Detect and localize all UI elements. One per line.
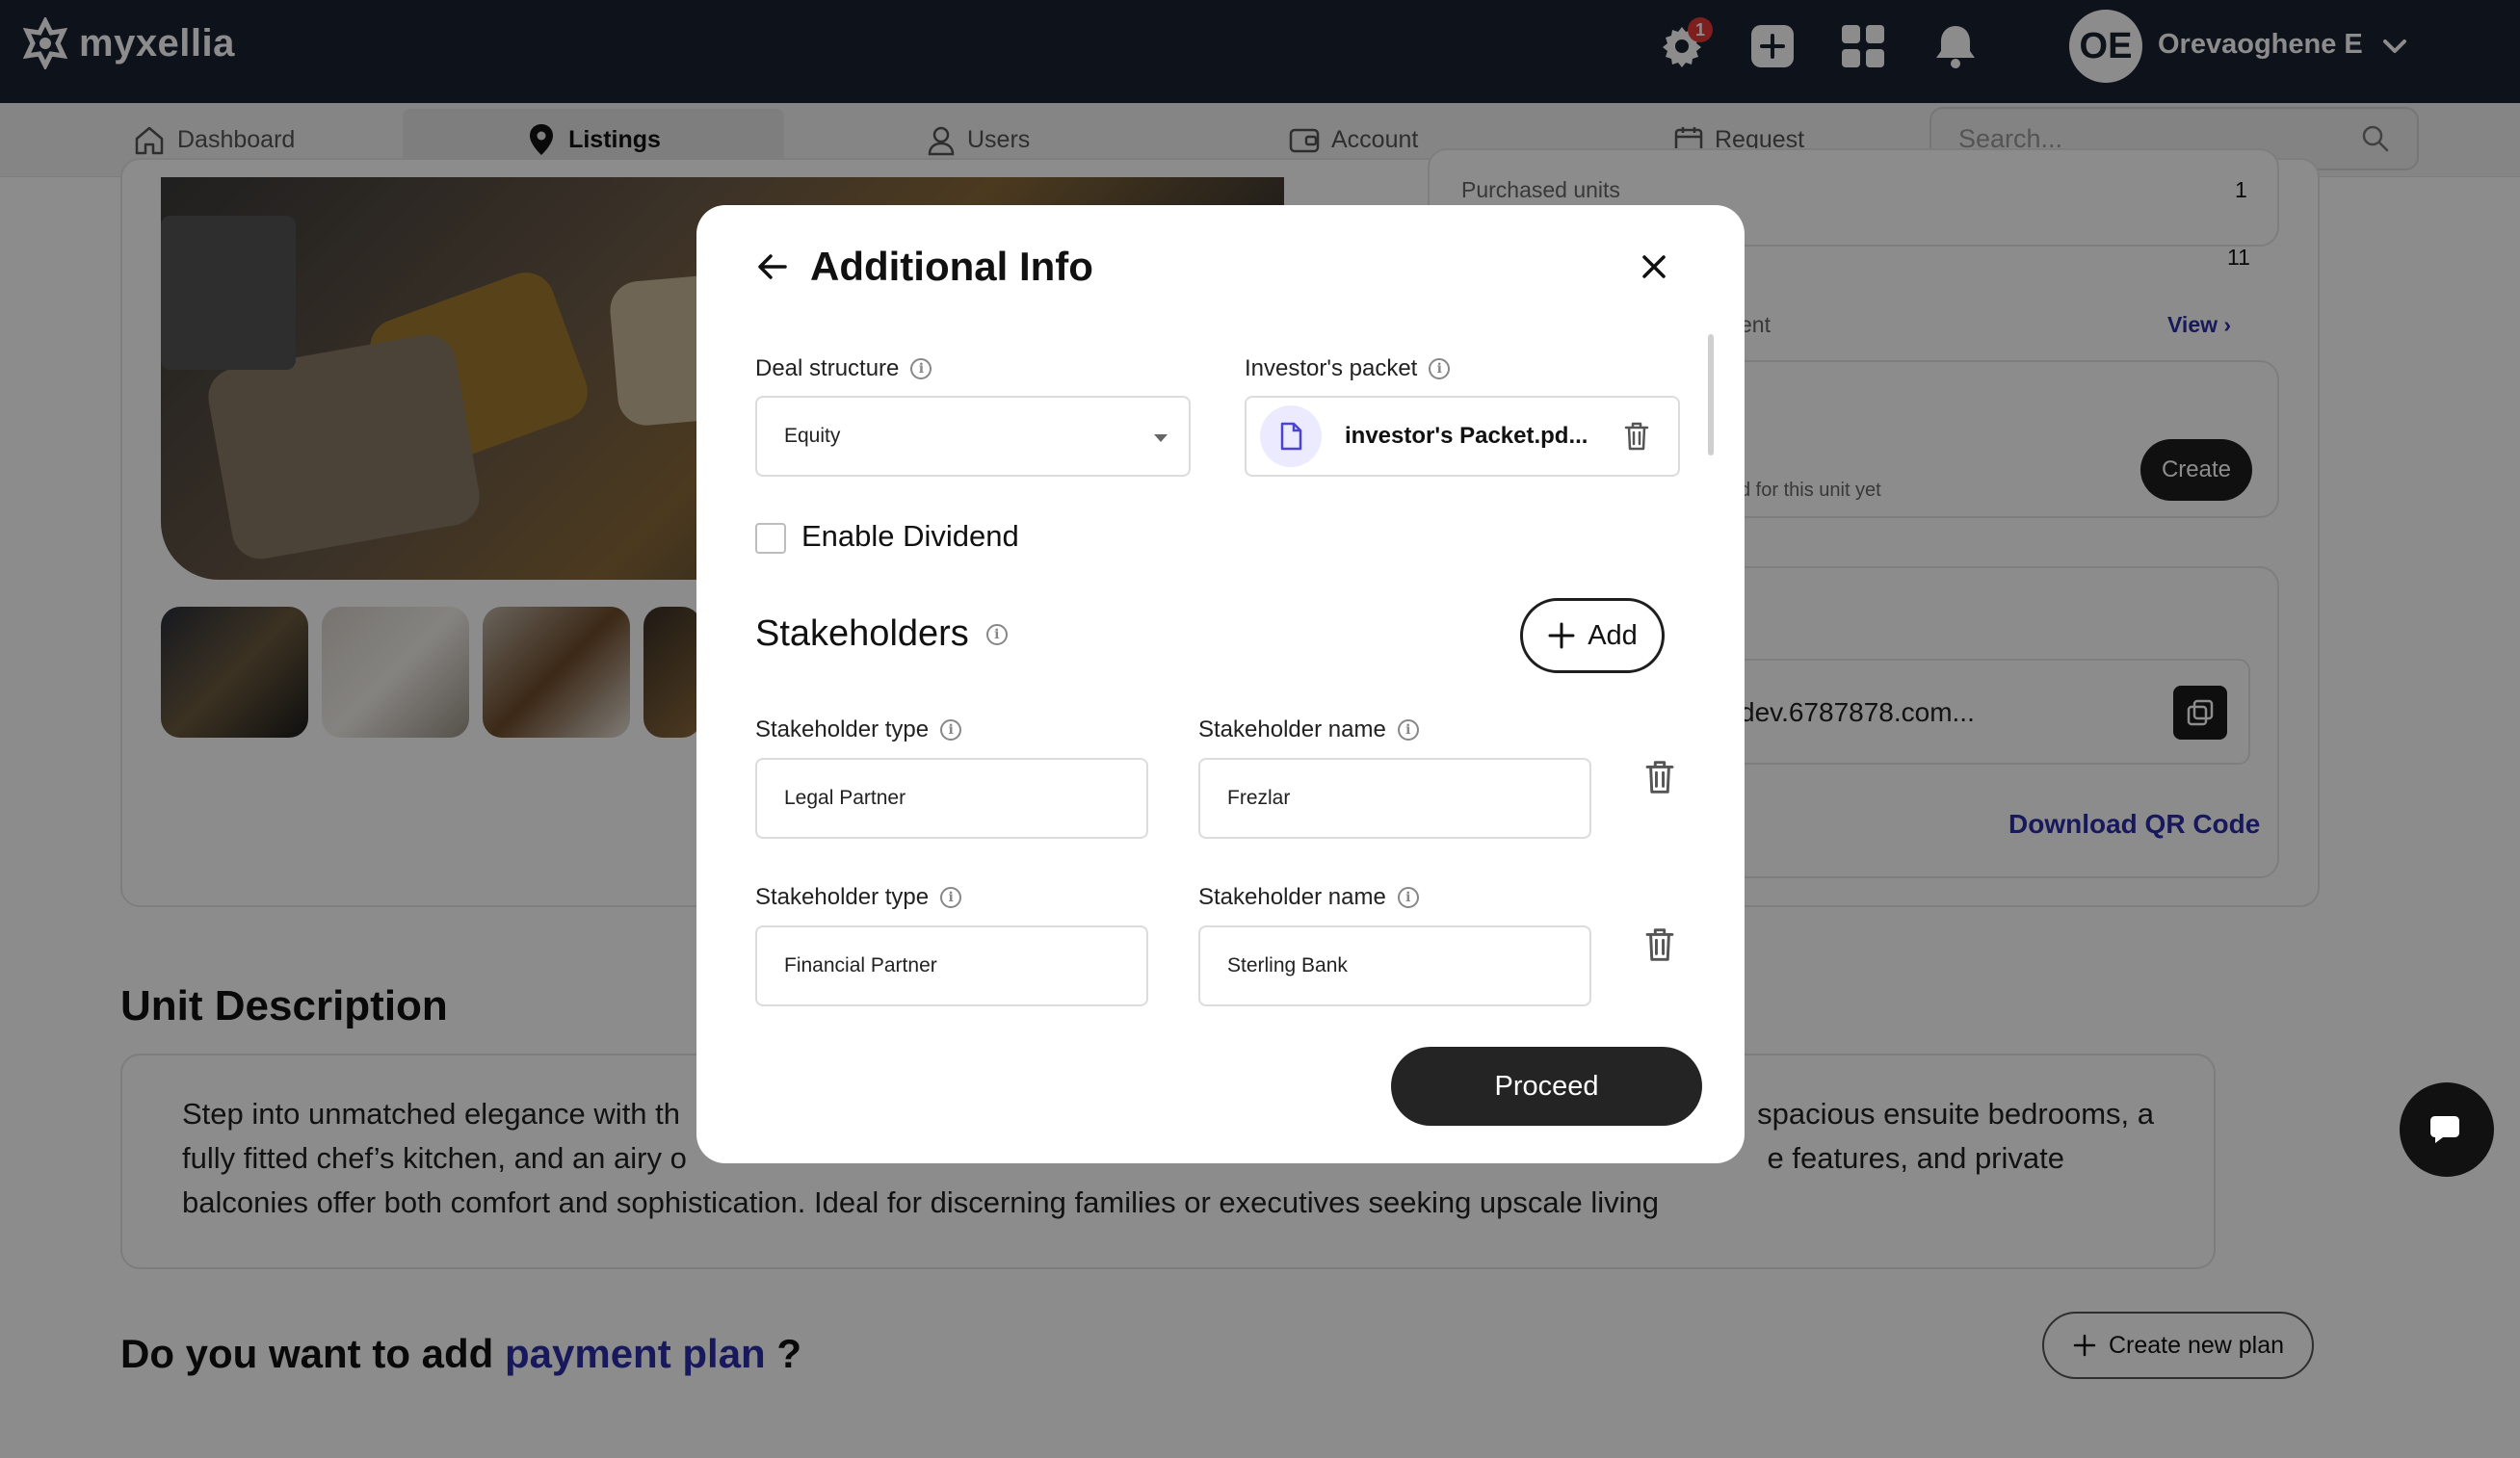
info-icon[interactable]: i <box>910 358 932 379</box>
investor-packet-file[interactable]: investor's Packet.pd... <box>1245 396 1680 477</box>
investor-packet-label-text: Investor's packet <box>1245 355 1418 381</box>
stakeholder-name-label: Stakeholder name i <box>1198 716 1419 743</box>
stakeholder-type-label: Stakeholder type i <box>755 884 962 911</box>
info-icon[interactable]: i <box>940 887 962 908</box>
modal-scrollbar[interactable] <box>1708 334 1714 456</box>
close-button[interactable] <box>1641 253 1667 285</box>
deal-structure-select[interactable]: Equity <box>755 396 1191 477</box>
deal-structure-label: Deal structure i <box>755 355 932 382</box>
stakeholder-name-field[interactable]: Frezlar <box>1198 758 1591 839</box>
deal-structure-value: Equity <box>784 425 841 447</box>
proceed-button[interactable]: Proceed <box>1391 1047 1702 1126</box>
info-icon[interactable]: i <box>940 719 962 741</box>
stakeholders-title: Stakeholders i <box>755 613 1008 655</box>
stakeholder-name-label: Stakeholder name i <box>1198 884 1419 911</box>
plus-icon <box>1548 622 1575 649</box>
enable-dividend-checkbox[interactable] <box>755 523 786 554</box>
chat-button[interactable] <box>2400 1082 2494 1177</box>
stakeholder-type-field[interactable]: Financial Partner <box>755 925 1148 1006</box>
deal-structure-label-text: Deal structure <box>755 355 900 381</box>
close-icon <box>1642 255 1666 278</box>
stakeholder-type-label-text: Stakeholder type <box>755 716 930 742</box>
info-icon[interactable]: i <box>1397 887 1419 908</box>
caret-down-icon <box>1154 434 1168 442</box>
enable-dividend-label[interactable]: Enable Dividend <box>801 519 1019 554</box>
stakeholders-title-text: Stakeholders <box>755 613 969 654</box>
investor-packet-filename: investor's Packet.pd... <box>1345 423 1588 449</box>
add-stakeholder-button[interactable]: Add <box>1520 598 1665 673</box>
investor-packet-label: Investor's packet i <box>1245 355 1451 382</box>
additional-info-modal: Additional Info Deal structure i Equity … <box>696 205 1745 1163</box>
info-icon[interactable]: i <box>1397 719 1419 741</box>
stakeholder-type-value: Legal Partner <box>784 787 906 809</box>
file-icon <box>1260 405 1322 467</box>
back-arrow-icon[interactable] <box>754 248 791 285</box>
stakeholder-name-label-text: Stakeholder name <box>1198 884 1386 910</box>
stakeholder-name-value: Sterling Bank <box>1227 954 1348 976</box>
stakeholder-type-field[interactable]: Legal Partner <box>755 758 1148 839</box>
chat-bubble-icon <box>2430 1116 2459 1143</box>
modal-header: Additional Info <box>754 244 1093 290</box>
stakeholder-name-value: Frezlar <box>1227 787 1291 809</box>
add-label: Add <box>1588 619 1638 651</box>
info-icon[interactable]: i <box>985 623 1008 645</box>
trash-icon[interactable] <box>1642 758 1677 796</box>
trash-icon[interactable] <box>1642 925 1677 964</box>
trash-icon[interactable] <box>1622 420 1651 453</box>
stakeholder-type-label-text: Stakeholder type <box>755 884 930 910</box>
stakeholder-name-label-text: Stakeholder name <box>1198 716 1386 742</box>
stakeholder-type-label: Stakeholder type i <box>755 716 962 743</box>
stakeholder-type-value: Financial Partner <box>784 954 937 976</box>
modal-title: Additional Info <box>810 244 1093 289</box>
stakeholder-name-field[interactable]: Sterling Bank <box>1198 925 1591 1006</box>
info-icon[interactable]: i <box>1429 358 1451 379</box>
